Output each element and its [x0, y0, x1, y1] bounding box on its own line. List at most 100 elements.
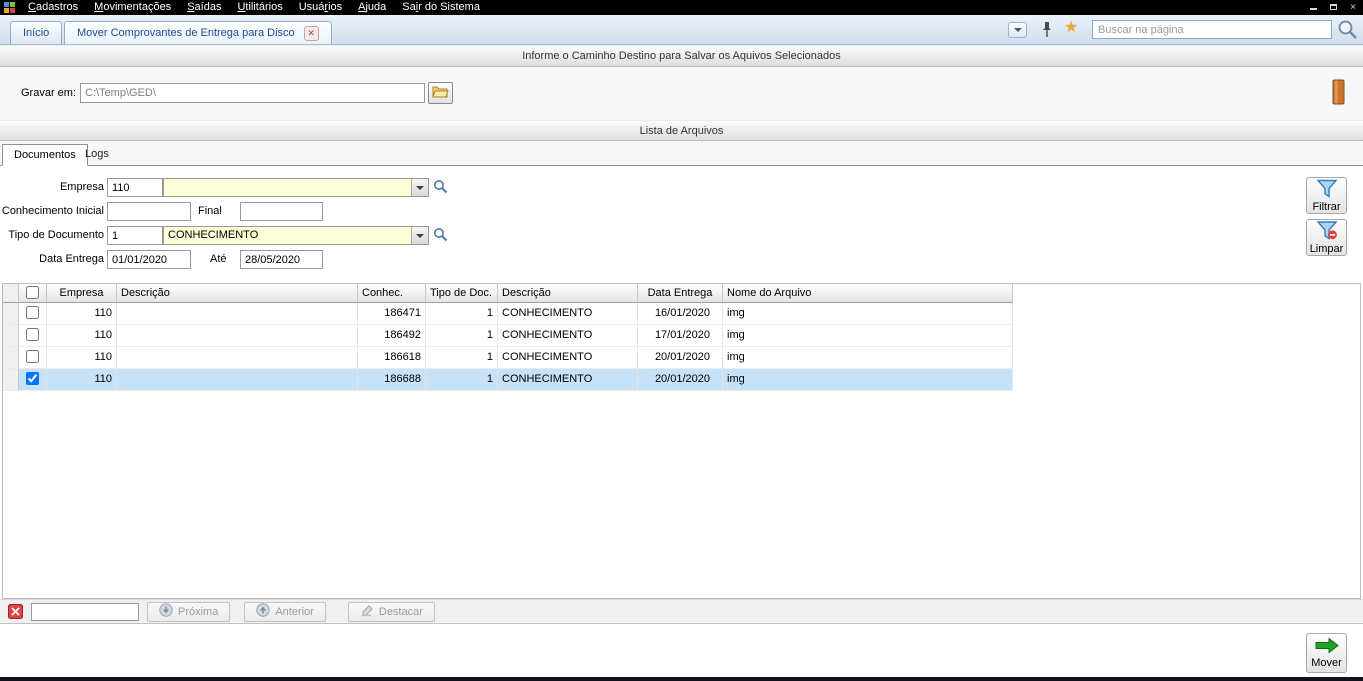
column-header-conhec[interactable]: Conhec. — [358, 284, 426, 303]
empresa-combo-value — [164, 179, 411, 196]
highlighter-icon — [360, 603, 374, 620]
grid-cell — [117, 347, 358, 369]
column-header-descricao2[interactable]: Descrição — [498, 284, 638, 303]
grid-cell: 186688 — [358, 369, 426, 391]
restore-button[interactable] — [1323, 0, 1343, 15]
minimize-button[interactable] — [1303, 0, 1323, 15]
arrow-down-circle-icon — [159, 603, 173, 620]
browse-folder-button[interactable] — [428, 82, 453, 104]
filter-panel: Empresa Conhecimento Inicial Final Tipo … — [0, 166, 1363, 283]
table-row[interactable]: 110 186618 1 CONHECIMENTO 20/01/2020 img — [3, 347, 1360, 369]
tab-inicio[interactable]: Início — [10, 21, 63, 44]
column-header-descricao[interactable]: Descrição — [117, 284, 358, 303]
filtrar-button[interactable]: Filtrar — [1306, 177, 1347, 214]
chevron-down-icon — [416, 185, 424, 190]
grid-cell — [3, 347, 19, 369]
menu-item-cadastros[interactable]: Cadastros — [20, 0, 86, 15]
grid-cell: 1 — [426, 325, 498, 347]
final-label: Final — [198, 205, 222, 217]
limpar-button[interactable]: Limpar — [1306, 219, 1347, 256]
tab-mover-comprovantes[interactable]: Mover Comprovantes de Entrega para Disco… — [64, 21, 332, 44]
close-button[interactable]: × — [1343, 0, 1363, 15]
grid-cell: img — [723, 325, 1013, 347]
grid-cell: 110 — [47, 303, 117, 325]
table-row[interactable]: 110 186471 1 CONHECIMENTO 16/01/2020 img — [3, 303, 1360, 325]
row-checkbox-cell[interactable] — [19, 347, 47, 369]
grid-cell — [3, 369, 19, 391]
green-arrow-icon — [1314, 637, 1340, 657]
limpar-label: Limpar — [1309, 242, 1344, 255]
column-header-data-entrega[interactable]: Data Entrega — [638, 284, 723, 303]
menu-item-ajuda[interactable]: Ajuda — [350, 0, 394, 15]
row-checkbox-cell[interactable] — [19, 325, 47, 347]
table-row[interactable]: 110 186688 1 CONHECIMENTO 20/01/2020 img — [3, 369, 1360, 391]
empresa-label: Empresa — [59, 181, 104, 193]
tipo-combo-arrow[interactable] — [411, 227, 428, 244]
favorites-star-icon[interactable]: ★ — [1064, 18, 1078, 38]
chevron-down-icon — [416, 233, 424, 238]
tipo-code-input[interactable] — [107, 226, 163, 245]
tab-logs[interactable]: Logs — [74, 144, 120, 166]
menu-item-utilitarios[interactable]: Utilitários — [229, 0, 290, 15]
search-magnifier-icon[interactable] — [1337, 19, 1358, 43]
filtrar-label: Filtrar — [1312, 200, 1341, 213]
empresa-lookup-icon[interactable] — [433, 179, 448, 197]
row-checkbox-cell[interactable] — [19, 369, 47, 391]
row-checkbox[interactable] — [26, 306, 39, 319]
grid-cell: 110 — [47, 325, 117, 347]
row-indicator-header — [3, 284, 19, 303]
select-all-cell — [19, 284, 47, 303]
proxima-button[interactable]: Próxima — [147, 601, 231, 622]
destacar-button[interactable]: Destacar — [347, 601, 435, 622]
tipo-combo-value: CONHECIMENTO — [168, 229, 259, 241]
empresa-combo-arrow[interactable] — [411, 179, 428, 196]
mover-label: Mover — [1311, 657, 1342, 669]
column-header-nome-arquivo[interactable]: Nome do Arquivo — [723, 284, 1013, 303]
funnel-minus-icon — [1315, 220, 1338, 243]
grid-cell: 20/01/2020 — [638, 347, 723, 369]
grid-cell: 1 — [426, 347, 498, 369]
menu-item-sair-do-sistema[interactable]: Sair do Sistema — [394, 0, 488, 15]
column-header-empresa[interactable]: Empresa — [47, 284, 117, 303]
lista-header: Lista de Arquivos — [0, 120, 1363, 141]
grid-cell: 186471 — [358, 303, 426, 325]
conhecimento-inicial-input[interactable] — [107, 202, 191, 221]
data-inicial-input[interactable] — [107, 250, 191, 269]
conhecimento-final-input[interactable] — [240, 202, 323, 221]
path-panel: Gravar em: — [0, 67, 1363, 120]
row-checkbox[interactable] — [26, 328, 39, 341]
table-row[interactable]: 110 186492 1 CONHECIMENTO 17/01/2020 img — [3, 325, 1360, 347]
grid-cell: 1 — [426, 369, 498, 391]
column-header-tipo-doc[interactable]: Tipo de Doc. — [426, 284, 498, 303]
grid-cell: img — [723, 369, 1013, 391]
destination-header: Informe o Caminho Destino para Salvar os… — [0, 45, 1363, 67]
tipo-combo[interactable]: CONHECIMENTO — [163, 226, 429, 245]
finder-search-input[interactable] — [31, 602, 139, 621]
menu-items: Cadastros Movimentações Saídas Utilitários U… — [20, 0, 488, 15]
row-checkbox[interactable] — [26, 350, 39, 363]
tipo-lookup-icon[interactable] — [433, 227, 448, 245]
taskbar-edge — [0, 677, 1363, 681]
empresa-combo[interactable] — [163, 178, 429, 197]
path-input[interactable] — [80, 83, 425, 103]
pin-icon[interactable] — [1040, 21, 1054, 41]
grid-cell: CONHECIMENTO — [498, 347, 638, 369]
tab-list-dropdown-button[interactable] — [1008, 22, 1027, 38]
row-checkbox-cell[interactable] — [19, 303, 47, 325]
data-final-input[interactable] — [240, 250, 323, 269]
row-checkbox[interactable] — [26, 372, 39, 385]
menu-item-usuarios[interactable]: Usuários — [291, 0, 350, 15]
tab-strip: Início Mover Comprovantes de Entrega par… — [0, 15, 1363, 45]
grid-cell: CONHECIMENTO — [498, 369, 638, 391]
empresa-code-input[interactable] — [107, 178, 163, 197]
exit-door-icon[interactable] — [1330, 79, 1347, 108]
tab-close-icon[interactable]: ✕ — [303, 25, 319, 41]
select-all-checkbox[interactable] — [26, 286, 39, 299]
menu-item-movimentacoes[interactable]: Movimentações — [86, 0, 179, 15]
mover-button[interactable]: Mover — [1306, 633, 1347, 673]
anterior-button[interactable]: Anterior — [244, 601, 326, 622]
page-search-input[interactable] — [1092, 20, 1332, 39]
arrow-up-circle-icon — [256, 603, 271, 620]
finder-close-button[interactable] — [8, 604, 23, 619]
menu-item-saidas[interactable]: Saídas — [179, 0, 229, 15]
